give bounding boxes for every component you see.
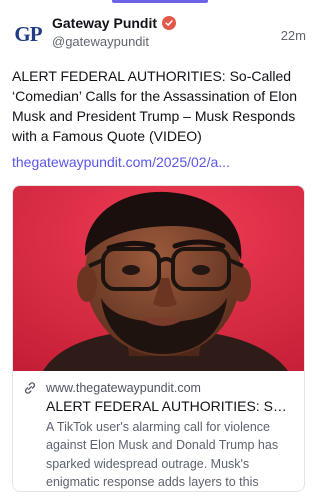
link-icon <box>24 382 36 394</box>
author-handle[interactable]: @gatewaypundit <box>52 34 176 49</box>
post-timestamp[interactable]: 22m <box>281 28 306 43</box>
author-names: Gateway Pundit @gatewaypundit <box>52 15 177 49</box>
verified-badge-icon <box>162 16 177 30</box>
post-link[interactable]: thegatewaypundit.com/2025/02/a... <box>12 154 308 170</box>
author-display-name[interactable]: Gateway Pundit <box>52 15 157 31</box>
article-image[interactable] <box>13 186 305 371</box>
avatar-logo-text: GP <box>14 21 42 46</box>
link-preview-card[interactable]: www.thegatewaypundit.com ALERT FEDERAL A… <box>12 185 305 492</box>
card-title[interactable]: ALERT FEDERAL AUTHORITIES: So-Called ‘Co… <box>23 398 294 414</box>
post[interactable]: GP Gateway Pundit @gatewaypundit 22m ALE… <box>0 0 318 500</box>
card-domain-row: www.thegatewaypundit.com <box>23 380 294 396</box>
post-text: ALERT FEDERAL AUTHORITIES: So-Called ‘Co… <box>12 68 298 144</box>
card-meta: www.thegatewaypundit.com ALERT FEDERAL A… <box>23 380 294 491</box>
avatar[interactable]: GP <box>12 18 44 50</box>
card-domain: www.thegatewaypundit.com <box>46 381 201 395</box>
display-name-row: Gateway Pundit <box>52 15 177 31</box>
checkmark-icon <box>165 20 173 26</box>
post-header: GP Gateway Pundit @gatewaypundit 22m <box>12 12 308 54</box>
card-description: A TikTok user's alarming call for violen… <box>46 420 279 489</box>
